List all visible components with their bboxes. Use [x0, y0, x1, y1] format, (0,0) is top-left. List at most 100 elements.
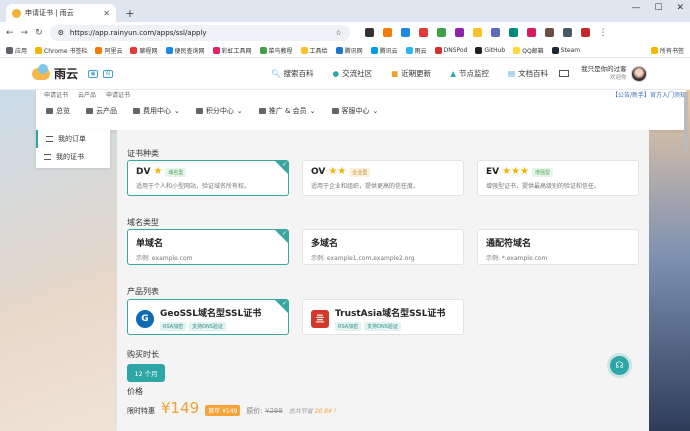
profile-avatar-icon[interactable]	[580, 28, 590, 37]
list-icon	[44, 154, 51, 160]
nav-docs[interactable]: ▤ 文档百科	[508, 68, 548, 79]
bookmark-item[interactable]: Steam	[551, 47, 580, 54]
users-icon	[258, 108, 266, 114]
breadcrumb-current: 申请证书	[106, 92, 131, 98]
menu-points[interactable]: 积分中心 ⌄	[195, 106, 243, 116]
reload-icon[interactable]: ↻	[35, 28, 43, 38]
site-logo[interactable]: 雨云	[32, 63, 78, 82]
menu-products[interactable]: 云产品	[86, 106, 117, 116]
nav-monitor[interactable]: ▲ 节点监控	[450, 68, 489, 79]
domain-type-single[interactable]: ✓ 单域名 示例: example.com	[127, 229, 289, 265]
breadcrumb: 申请证书 云产品 申请证书 【公告/新手】官方入门须知	[36, 90, 686, 98]
cert-type-ov[interactable]: OV ★★ 企业型 适用于企业和组织，提供更高的信任度。	[302, 160, 464, 196]
nav-community[interactable]: ● 交流社区	[333, 68, 373, 79]
check-icon: ✓	[281, 230, 287, 237]
domain-type-wildcard[interactable]: 通配符域名 示例: *.example.com	[477, 229, 639, 265]
menu-dots-icon[interactable]: ⋮	[599, 28, 608, 38]
extension-icon[interactable]	[436, 28, 446, 37]
minimize-icon[interactable]: —	[631, 3, 640, 13]
bookmark-item[interactable]: Chrome 书签栏	[35, 46, 87, 55]
image-icon[interactable]: ▣	[88, 69, 99, 78]
maximize-icon[interactable]: ☐	[654, 3, 662, 13]
announcement-link[interactable]: 【公告/新手】官方入门须知	[612, 90, 686, 98]
star-icon: ★	[153, 166, 163, 177]
extension-icon[interactable]	[526, 28, 536, 37]
browser-tab-bar: 申请证书 | 雨云 ✕ + — ☐ ✕	[0, 0, 690, 22]
new-tab-button[interactable]: +	[122, 5, 138, 21]
bookmark-item[interactable]: 菜鸟教程	[259, 46, 293, 55]
site-header: 雨云 ▣ AI 🔍︎ 搜索百科 ● 交流社区 ■ 近期更新 ▲ 节点监控 ▤ 文档百科 我…	[0, 58, 690, 90]
extension-icon[interactable]	[508, 28, 518, 37]
cert-type-dv[interactable]: ✓ DV ★ 域名型 适用于个人和小型网站，验证域名所有权。	[127, 160, 289, 196]
nav-updates[interactable]: ■ 近期更新	[391, 68, 431, 79]
product-trustasia[interactable]: 亖 TrustAsia域名型SSL证书 RSA加密 支持DNS验证	[302, 299, 464, 335]
bookmark-item[interactable]: 腾讯云	[370, 46, 398, 55]
menu-billing[interactable]: 费用中心 ⌄	[133, 106, 180, 116]
avatar[interactable]	[630, 65, 647, 82]
duration-option-12m[interactable]: 12 个月	[127, 364, 165, 382]
browser-tab[interactable]: 申请证书 | 雨云 ✕	[6, 4, 116, 22]
breadcrumb-link[interactable]: 云产品	[78, 90, 96, 98]
bookmarks-bar: 应用 Chrome 书签栏 阿里云 聊程网 便民查询网 彩虹工具网 菜鸟教程 工…	[0, 44, 690, 58]
headset-icon	[331, 108, 339, 114]
bookmark-item[interactable]: 阿里云	[95, 46, 122, 55]
domain-type-multi[interactable]: 多域名 示例: example1.com,example2.org	[302, 229, 464, 265]
bookmark-item[interactable]: DNSPod	[434, 47, 467, 54]
bookmark-item[interactable]: 雨云	[405, 46, 427, 55]
back-icon[interactable]: ←	[6, 28, 14, 38]
sidebar-item-orders[interactable]: 我的订单	[36, 130, 110, 148]
extension-icon[interactable]	[454, 28, 464, 37]
bookmark-item[interactable]: GitHub	[475, 47, 505, 54]
bookmark-item[interactable]: 工具给	[300, 46, 328, 55]
extension-icon[interactable]	[382, 28, 392, 37]
product-geossl[interactable]: ✓ G GeoSSL域名型SSL证书 RSA加密 支持DNS验证	[127, 299, 289, 335]
discount-badge: 首年 ¥149	[205, 405, 241, 416]
menu-support[interactable]: 客服中心 ⌄	[331, 106, 378, 116]
bookmark-item[interactable]: 腾讯网	[335, 46, 363, 55]
chevron-down-icon: ⌄	[236, 107, 243, 115]
close-window-icon[interactable]: ✕	[676, 3, 684, 13]
bookmark-item[interactable]: 聊程网	[130, 46, 158, 55]
extension-icon[interactable]	[400, 28, 410, 37]
customer-service-button[interactable]: ☊	[610, 356, 629, 375]
list-icon	[46, 136, 53, 142]
chevron-down-icon: ⌄	[309, 107, 316, 115]
menu-promotion[interactable]: 推广 & 会员 ⌄	[258, 106, 316, 116]
page-scrollbar[interactable]	[684, 92, 688, 152]
address-bar[interactable]: ⚙ https://app.rainyun.com/apps/ssl/apply…	[49, 25, 350, 41]
sidebar-item-certificates[interactable]: 我的证书	[36, 148, 110, 166]
extension-icon[interactable]	[490, 28, 500, 37]
close-tab-icon[interactable]: ✕	[103, 9, 110, 18]
browser-toolbar: ← → ↻ ⚙ https://app.rainyun.com/apps/ssl…	[0, 22, 690, 44]
section-products: 产品列表	[127, 287, 159, 296]
site-info-icon[interactable]: ⚙	[58, 29, 64, 37]
bookmark-item[interactable]: 应用	[6, 46, 27, 55]
all-bookmarks-button[interactable]: 所有书签	[650, 46, 684, 55]
check-icon: ✓	[281, 300, 287, 307]
extension-icons: ⋮	[364, 28, 684, 38]
star-icon: ★★	[328, 166, 347, 177]
section-duration: 购买时长	[127, 350, 159, 359]
ai-icon[interactable]: AI	[103, 69, 114, 78]
extension-icon[interactable]	[562, 28, 572, 37]
bookmark-item[interactable]: QQ邮箱	[513, 46, 544, 55]
bookmark-star-icon[interactable]: ☆	[335, 29, 341, 37]
nav-search[interactable]: 🔍︎ 搜索百科	[271, 68, 314, 79]
forward-icon[interactable]: →	[21, 28, 29, 38]
extension-icon[interactable]	[472, 28, 482, 37]
user-welcome: 欢迎你	[610, 74, 627, 81]
cloud-icon	[86, 108, 93, 114]
user-info[interactable]: 我只是你的过客 欢迎你	[581, 65, 627, 83]
apply-form: 证书种类 ✓ DV ★ 域名型 适用于个人和小型网站，验证域名所有权。 OV ★★ 企业…	[117, 130, 649, 431]
mail-icon[interactable]	[559, 70, 570, 77]
window-controls: — ☐ ✕	[631, 3, 684, 13]
menu-overview[interactable]: 总览	[46, 106, 70, 116]
extension-icon[interactable]	[544, 28, 554, 37]
extension-icon[interactable]	[364, 28, 374, 37]
extension-icon[interactable]	[418, 28, 428, 37]
points-icon	[195, 108, 203, 114]
bookmark-item[interactable]: 彩虹工具网	[212, 46, 252, 55]
wallet-icon	[133, 108, 140, 114]
cert-type-ev[interactable]: EV ★★★ 增强型 增强型证书，提供最高级别的验证和信任。	[477, 160, 639, 196]
bookmark-item[interactable]: 便民查询网	[165, 46, 205, 55]
